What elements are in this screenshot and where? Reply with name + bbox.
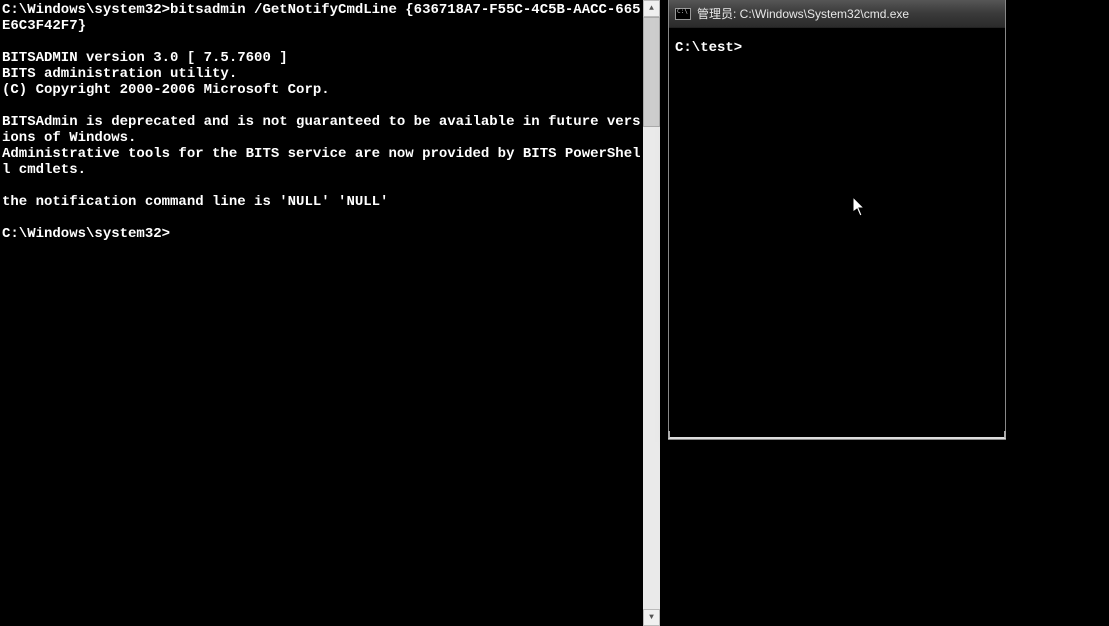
left-scrollbar[interactable]: ▲ ▼ — [643, 0, 660, 626]
scroll-up-arrow-icon[interactable]: ▲ — [643, 0, 660, 17]
window-bottom-edge — [668, 431, 1006, 439]
console-output: C:\Windows\system32>bitsadmin /GetNotify… — [2, 2, 641, 242]
titlebar[interactable]: 管理员: C:\Windows\System32\cmd.exe — [669, 0, 1005, 28]
cmd-icon — [675, 8, 691, 20]
scrollbar-thumb[interactable] — [643, 17, 660, 127]
right-cmd-window[interactable]: 管理员: C:\Windows\System32\cmd.exe C:\test… — [668, 0, 1006, 440]
left-cmd-console[interactable]: C:\Windows\system32>bitsadmin /GetNotify… — [0, 0, 643, 626]
right-cmd-console[interactable]: C:\test> — [671, 28, 1003, 437]
scroll-down-arrow-icon[interactable]: ▼ — [643, 609, 660, 626]
window-title: 管理员: C:\Windows\System32\cmd.exe — [697, 5, 909, 22]
console-prompt: C:\test> — [675, 40, 742, 56]
